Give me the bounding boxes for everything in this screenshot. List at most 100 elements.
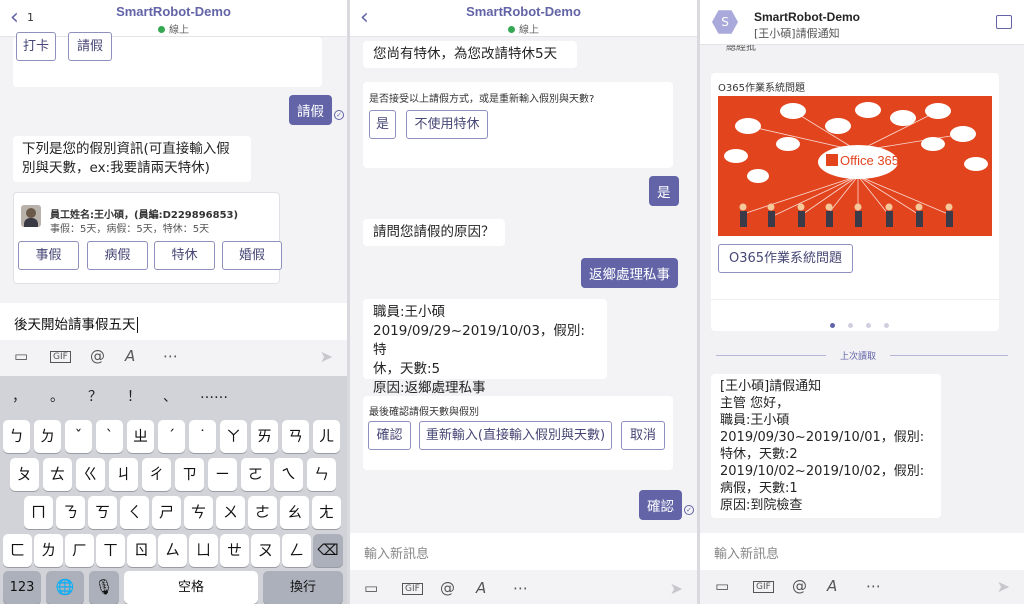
format-icon[interactable]: A (827, 577, 837, 595)
more-icon[interactable]: ⋯ (513, 579, 528, 597)
key[interactable]: ㄎ (88, 496, 117, 529)
key[interactable]: ㄙ (158, 534, 187, 567)
message-input[interactable]: 輸入新訊息 (700, 533, 1024, 570)
key[interactable]: ㄠ (280, 496, 309, 529)
clock-in-button[interactable]: 打卡 (16, 32, 56, 61)
marriage-leave-button[interactable]: 婚假 (222, 241, 282, 270)
gif-icon[interactable]: GIF (402, 583, 423, 595)
key[interactable]: ㄈ (3, 534, 32, 567)
key[interactable]: ㄦ (313, 420, 340, 453)
gif-icon[interactable]: GIF (50, 351, 71, 363)
key[interactable]: ㄟ (274, 458, 303, 491)
key[interactable]: ㄩ (189, 534, 218, 567)
key[interactable]: ㄥ (282, 534, 311, 567)
card-separator (711, 299, 999, 300)
employee-name: 員工姓名:王小碩，(員編:D229896853) (50, 210, 239, 221)
punct-key[interactable]: 、 (163, 386, 177, 406)
key[interactable]: ˊ (158, 420, 185, 453)
mention-icon[interactable]: @ (90, 347, 105, 365)
key[interactable]: ㄛ (241, 458, 270, 491)
card-question: 是否接受以上請假方式，或是重新輸入假別與天數? (369, 94, 595, 105)
format-icon[interactable]: A (125, 347, 135, 365)
key[interactable]: ㄗ (175, 458, 204, 491)
key[interactable]: ㄜ (248, 496, 277, 529)
leave-notice-message: [王小碩]請假通知 主管 您好， 職員:王小碩 2019/09/30~2019/… (711, 374, 941, 518)
image-icon[interactable]: ▭ (715, 577, 729, 595)
key[interactable]: ㄡ (251, 534, 280, 567)
no-annual-leave-button[interactable]: 不使用特休 (406, 110, 488, 139)
message-input[interactable]: 後天開始請事假五天 (0, 303, 347, 340)
key[interactable]: ㄔ (142, 458, 171, 491)
key[interactable]: ㄣ (307, 458, 336, 491)
send-icon[interactable]: ➤ (997, 577, 1010, 596)
return-key[interactable]: 換行 (263, 571, 343, 604)
key[interactable]: ㄘ (184, 496, 213, 529)
cancel-button[interactable]: 取消 (621, 421, 665, 450)
key[interactable]: ㄚ (220, 420, 247, 453)
punct-key[interactable]: ？ (88, 386, 102, 406)
key[interactable]: ㄢ (282, 420, 309, 453)
carousel-dot[interactable] (848, 323, 854, 328)
image-icon[interactable]: ▭ (364, 579, 378, 597)
key[interactable]: ㄅ (3, 420, 30, 453)
reenter-button[interactable]: 重新輸入(直接輸入假別與天數) (419, 421, 612, 450)
punct-key[interactable]: ， (12, 386, 26, 406)
carousel-dots[interactable] (830, 313, 890, 332)
key[interactable]: ㄇ (24, 496, 53, 529)
punct-key[interactable]: 。 (50, 386, 64, 406)
key[interactable]: ㄋ (56, 496, 85, 529)
key[interactable]: ㄒ (96, 534, 125, 567)
sick-leave-button[interactable]: 病假 (87, 241, 148, 270)
message-input[interactable]: 輸入新訊息 (350, 533, 697, 570)
numbers-key[interactable]: 123 (3, 571, 41, 604)
user-message: 請假 (289, 95, 332, 125)
accept-button[interactable]: 是 (369, 110, 396, 139)
personal-leave-button[interactable]: 事假 (18, 241, 79, 270)
mention-icon[interactable]: @ (792, 577, 807, 595)
key[interactable]: ㄑ (120, 496, 149, 529)
send-icon[interactable]: ➤ (320, 347, 333, 366)
mention-icon[interactable]: @ (440, 579, 455, 597)
key[interactable]: ㄨ (216, 496, 245, 529)
key[interactable]: ˋ (96, 420, 123, 453)
key[interactable]: ㄊ (43, 458, 72, 491)
carousel-dot[interactable] (866, 323, 872, 328)
space-key[interactable]: 空格 (124, 571, 258, 604)
key[interactable]: ㄐ (109, 458, 138, 491)
o365-issue-button[interactable]: O365作業系統問題 (718, 244, 853, 273)
key[interactable]: ˇ (65, 420, 92, 453)
key[interactable]: ㄓ (127, 420, 154, 453)
key[interactable]: ㄝ (220, 534, 249, 567)
key[interactable]: ㄤ (312, 496, 341, 529)
key[interactable]: ㄧ (208, 458, 237, 491)
image-icon[interactable]: ▭ (14, 347, 28, 365)
punct-key[interactable]: ！ (127, 386, 141, 406)
mic-key[interactable]: 🎙 (89, 571, 119, 604)
gif-icon[interactable]: GIF (753, 581, 774, 593)
key[interactable]: ㄏ (65, 534, 94, 567)
key[interactable]: ㄞ (251, 420, 278, 453)
globe-key[interactable]: 🌐 (46, 571, 84, 604)
confirm-button[interactable]: 確認 (368, 421, 411, 450)
key[interactable]: ㄕ (152, 496, 181, 529)
leave-button[interactable]: 請假 (68, 32, 112, 61)
key[interactable]: ㄌ (34, 534, 63, 567)
chat-details-icon[interactable] (996, 15, 1012, 29)
carousel-dot-active[interactable] (830, 323, 835, 328)
microphone-icon: 🎙 (94, 578, 114, 596)
punct-key[interactable]: …… (200, 386, 228, 402)
key[interactable]: ˙ (189, 420, 216, 453)
key[interactable]: ㄍ (76, 458, 105, 491)
send-icon[interactable]: ➤ (670, 579, 683, 598)
more-icon[interactable]: ⋯ (163, 347, 178, 365)
key[interactable]: ㄆ (10, 458, 39, 491)
format-icon[interactable]: A (476, 579, 486, 597)
backspace-key[interactable]: ⌫ (313, 534, 343, 567)
key[interactable]: ㄉ (34, 420, 61, 453)
key[interactable]: ㄖ (127, 534, 156, 567)
more-icon[interactable]: ⋯ (866, 577, 881, 595)
input-text: 後天開始請事假五天 (14, 317, 136, 333)
annual-leave-button[interactable]: 特休 (154, 241, 215, 270)
chat-header: S SmartRobot-Demo [王小碩]請假通知 (700, 0, 1024, 45)
carousel-dot[interactable] (884, 323, 890, 328)
